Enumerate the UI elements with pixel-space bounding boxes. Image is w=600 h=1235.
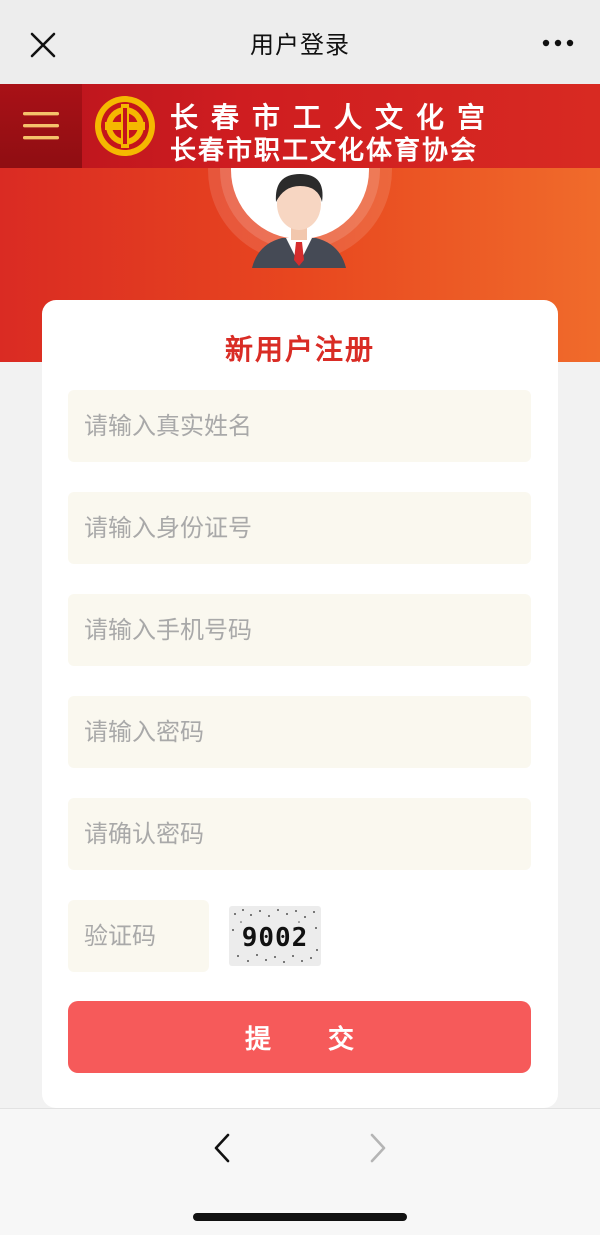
- chevron-right-icon[interactable]: [362, 1131, 392, 1165]
- password-input[interactable]: [68, 696, 531, 768]
- close-icon[interactable]: [28, 30, 58, 60]
- phone-input[interactable]: [68, 594, 531, 666]
- submit-button[interactable]: 提 交: [68, 1001, 531, 1073]
- org-name-line2: 长春市职工文化体育协会: [170, 136, 479, 166]
- registration-card: 新用户注册 9002 提 交: [42, 300, 558, 1108]
- confirm-password-input[interactable]: [68, 798, 531, 870]
- form-heading: 新用户注册: [224, 333, 375, 366]
- hamburger-menu-button[interactable]: [0, 84, 82, 168]
- captcha-input[interactable]: [68, 900, 209, 972]
- trade-union-logo-icon: [95, 96, 155, 156]
- more-icon[interactable]: [542, 38, 574, 48]
- id-number-input[interactable]: [68, 492, 531, 564]
- real-name-input[interactable]: [68, 390, 531, 462]
- header-banner: 长春市工人文化宫 长春市职工文化体育协会: [0, 84, 600, 168]
- chevron-left-icon[interactable]: [208, 1131, 238, 1165]
- avatar[interactable]: [230, 168, 368, 268]
- captcha-text: 9002: [242, 923, 309, 953]
- captcha-image[interactable]: 9002: [229, 906, 321, 966]
- bottom-nav-bar: [0, 1108, 600, 1235]
- home-indicator: [193, 1213, 407, 1221]
- page-title: 用户登录: [250, 30, 350, 59]
- hamburger-menu-icon: [23, 112, 59, 140]
- top-nav-bar: 用户登录: [0, 0, 600, 84]
